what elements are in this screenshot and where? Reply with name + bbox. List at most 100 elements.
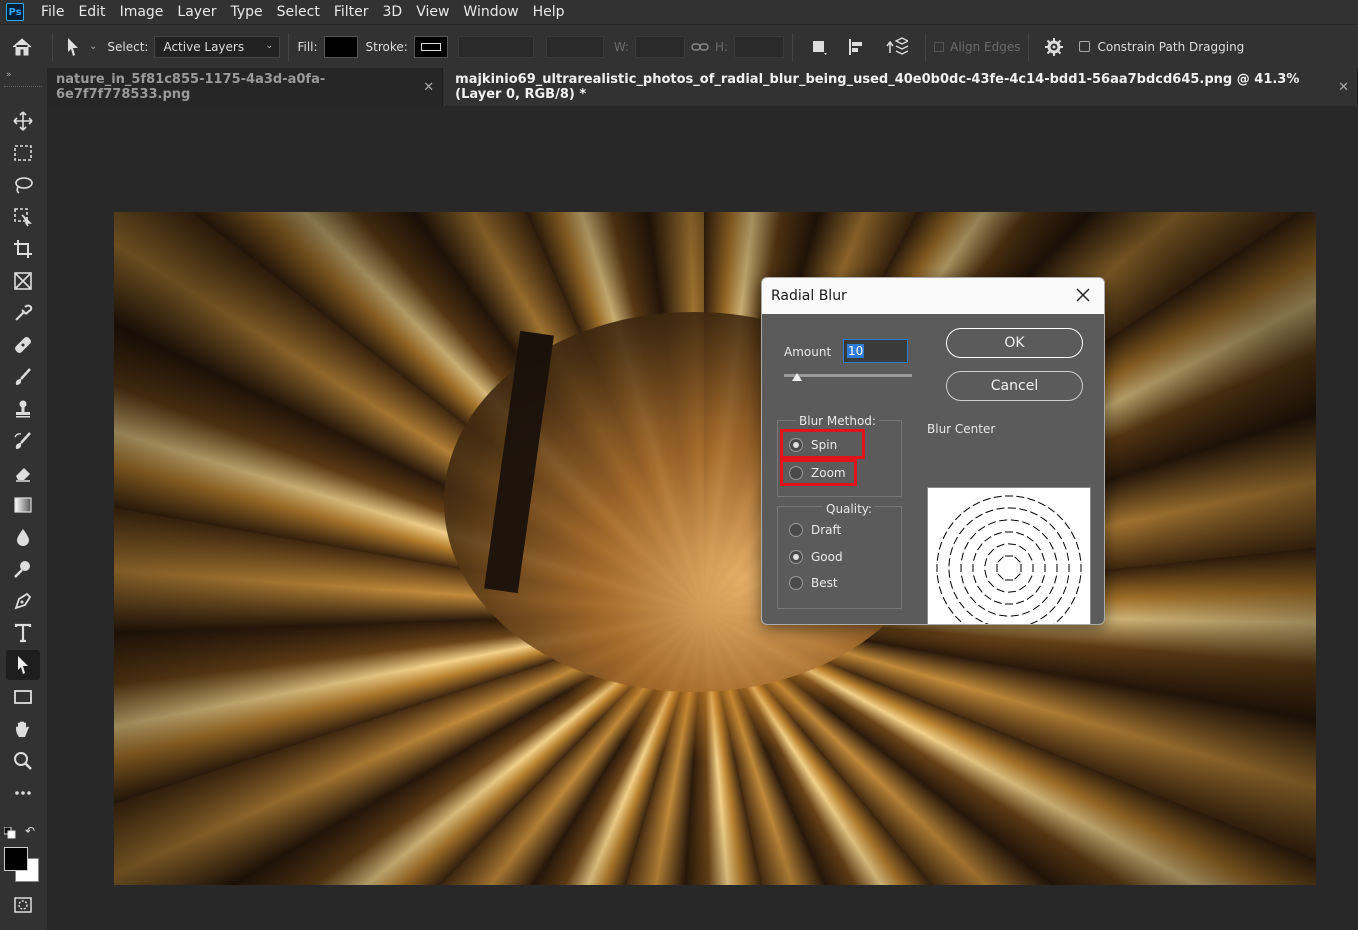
height-field[interactable] <box>734 35 785 58</box>
amount-slider-track[interactable] <box>784 374 912 377</box>
menu-help[interactable]: Help <box>526 4 572 20</box>
radio-good[interactable]: Good <box>789 550 843 564</box>
document-tabs: nature_in_5f81c855-1175-4a3d-a0fa-6e7f7f… <box>48 68 1358 106</box>
select-dropdown[interactable]: Active Layers ⌄ <box>154 35 281 58</box>
spin-mark <box>966 519 974 526</box>
stroke-width-field[interactable] <box>457 35 534 58</box>
stroke-type-dropdown[interactable] <box>545 35 604 58</box>
spin-mark <box>1022 521 1030 526</box>
menu-edit[interactable]: Edit <box>71 4 112 20</box>
spin-mark <box>1022 610 1030 615</box>
spin-mark <box>973 552 977 561</box>
constrain-path-label: Constrain Path Dragging <box>1097 39 1245 54</box>
canvas-area[interactable] <box>48 106 1358 930</box>
width-field[interactable] <box>635 35 686 58</box>
link-icon[interactable] <box>685 42 715 52</box>
spin-mark <box>958 527 965 535</box>
move-tool-icon[interactable] <box>6 106 40 136</box>
spin-mark <box>966 610 974 617</box>
menu-type[interactable]: Type <box>223 4 269 20</box>
healing-brush-tool-icon[interactable] <box>6 330 40 360</box>
chevron-down-icon: ⌄ <box>265 39 274 51</box>
close-icon[interactable] <box>1074 286 1092 304</box>
fill-swatch[interactable] <box>323 35 358 58</box>
spin-mark <box>1066 552 1070 561</box>
path-selection-tool-icon[interactable] <box>6 650 40 680</box>
spin-mark <box>964 541 969 550</box>
stroke-swatch[interactable] <box>413 35 448 58</box>
align-edges-label: Align Edges <box>950 39 1021 54</box>
spin-mark <box>948 558 951 567</box>
amount-field[interactable]: 10 <box>843 339 908 363</box>
close-icon[interactable]: ✕ <box>423 80 434 95</box>
menu-layer[interactable]: Layer <box>170 4 223 20</box>
spin-mark <box>1014 573 1021 580</box>
spin-mark <box>947 606 954 614</box>
spin-mark <box>977 543 983 551</box>
radio-draft[interactable]: Draft <box>789 523 841 537</box>
menu-view[interactable]: View <box>409 4 456 20</box>
eyedropper-tool-icon[interactable] <box>6 298 40 328</box>
frame-tool-icon[interactable] <box>6 266 40 296</box>
clone-stamp-tool-icon[interactable] <box>6 394 40 424</box>
menu-file[interactable]: File <box>34 4 71 20</box>
gear-icon[interactable] <box>1037 37 1071 56</box>
foreground-color-swatch[interactable] <box>4 847 28 871</box>
dodge-tool-icon[interactable] <box>6 554 40 584</box>
gradient-tool-icon[interactable] <box>6 490 40 520</box>
type-tool-icon[interactable] <box>6 618 40 648</box>
document-image[interactable] <box>114 212 1316 885</box>
quick-mask-icon[interactable] <box>6 890 40 920</box>
object-selection-tool-icon[interactable] <box>6 202 40 232</box>
close-icon[interactable]: ✕ <box>1338 80 1349 95</box>
constrain-path-checkbox[interactable] <box>1079 41 1091 52</box>
spin-mark <box>1027 575 1033 583</box>
spin-mark <box>1040 614 1048 620</box>
ok-button[interactable]: OK <box>946 328 1083 358</box>
spin-mark <box>1032 525 1040 532</box>
rectangle-tool-icon[interactable] <box>6 682 40 712</box>
menu-bar: Ps File Edit Image Layer Type Select Fil… <box>0 0 1358 24</box>
brush-tool-icon[interactable] <box>6 362 40 392</box>
amount-slider-thumb[interactable] <box>791 373 802 381</box>
select-label: Select: <box>107 39 149 54</box>
spin-mark <box>993 600 1002 604</box>
align-edges-checkbox[interactable] <box>934 41 945 52</box>
pen-tool-icon[interactable] <box>6 586 40 616</box>
zoom-tool-icon[interactable] <box>6 746 40 776</box>
photoshop-logo-icon[interactable]: Ps <box>6 3 24 21</box>
history-brush-tool-icon[interactable] <box>6 426 40 456</box>
radio-best[interactable]: Best <box>789 576 838 590</box>
menu-image[interactable]: Image <box>113 4 171 20</box>
default-colors-icon[interactable] <box>3 824 16 839</box>
menu-select[interactable]: Select <box>270 4 327 20</box>
tab-document-1[interactable]: nature_in_5f81c855-1175-4a3d-a0fa-6e7f7f… <box>48 68 444 106</box>
crop-tool-icon[interactable] <box>6 234 40 264</box>
menu-3d[interactable]: 3D <box>376 4 410 20</box>
spin-mark <box>1041 552 1045 561</box>
panel-grip[interactable] <box>4 86 42 88</box>
radio-draft-indicator <box>789 523 803 537</box>
more-tools-icon[interactable] <box>6 778 40 808</box>
path-arrangement-icon[interactable] <box>877 36 917 57</box>
eraser-tool-icon[interactable] <box>6 458 40 488</box>
home-icon[interactable] <box>0 37 44 57</box>
tools-panel: » ↶ <box>0 68 48 930</box>
menu-filter[interactable]: Filter <box>327 4 376 20</box>
collapse-panel-icon[interactable]: » <box>6 70 12 80</box>
blur-tool-icon[interactable] <box>6 522 40 552</box>
spin-mark <box>1041 575 1045 584</box>
blur-center-preview[interactable] <box>927 487 1091 624</box>
cancel-button[interactable]: Cancel <box>946 371 1083 401</box>
hand-tool-icon[interactable] <box>6 714 40 744</box>
path-selection-tool-icon[interactable] <box>61 37 85 57</box>
select-value: Active Layers <box>163 39 245 54</box>
marquee-tool-icon[interactable] <box>6 138 40 168</box>
swap-colors-icon[interactable]: ↶ <box>25 824 35 838</box>
lasso-tool-icon[interactable] <box>6 170 40 200</box>
path-operations-icon[interactable] <box>801 38 837 56</box>
tab-document-2[interactable]: majkinio69_ultrarealistic_photos_of_radi… <box>443 68 1358 106</box>
path-alignment-icon[interactable] <box>837 38 877 56</box>
chevron-down-icon[interactable]: ⌄ <box>89 41 97 52</box>
menu-window[interactable]: Window <box>456 4 525 20</box>
